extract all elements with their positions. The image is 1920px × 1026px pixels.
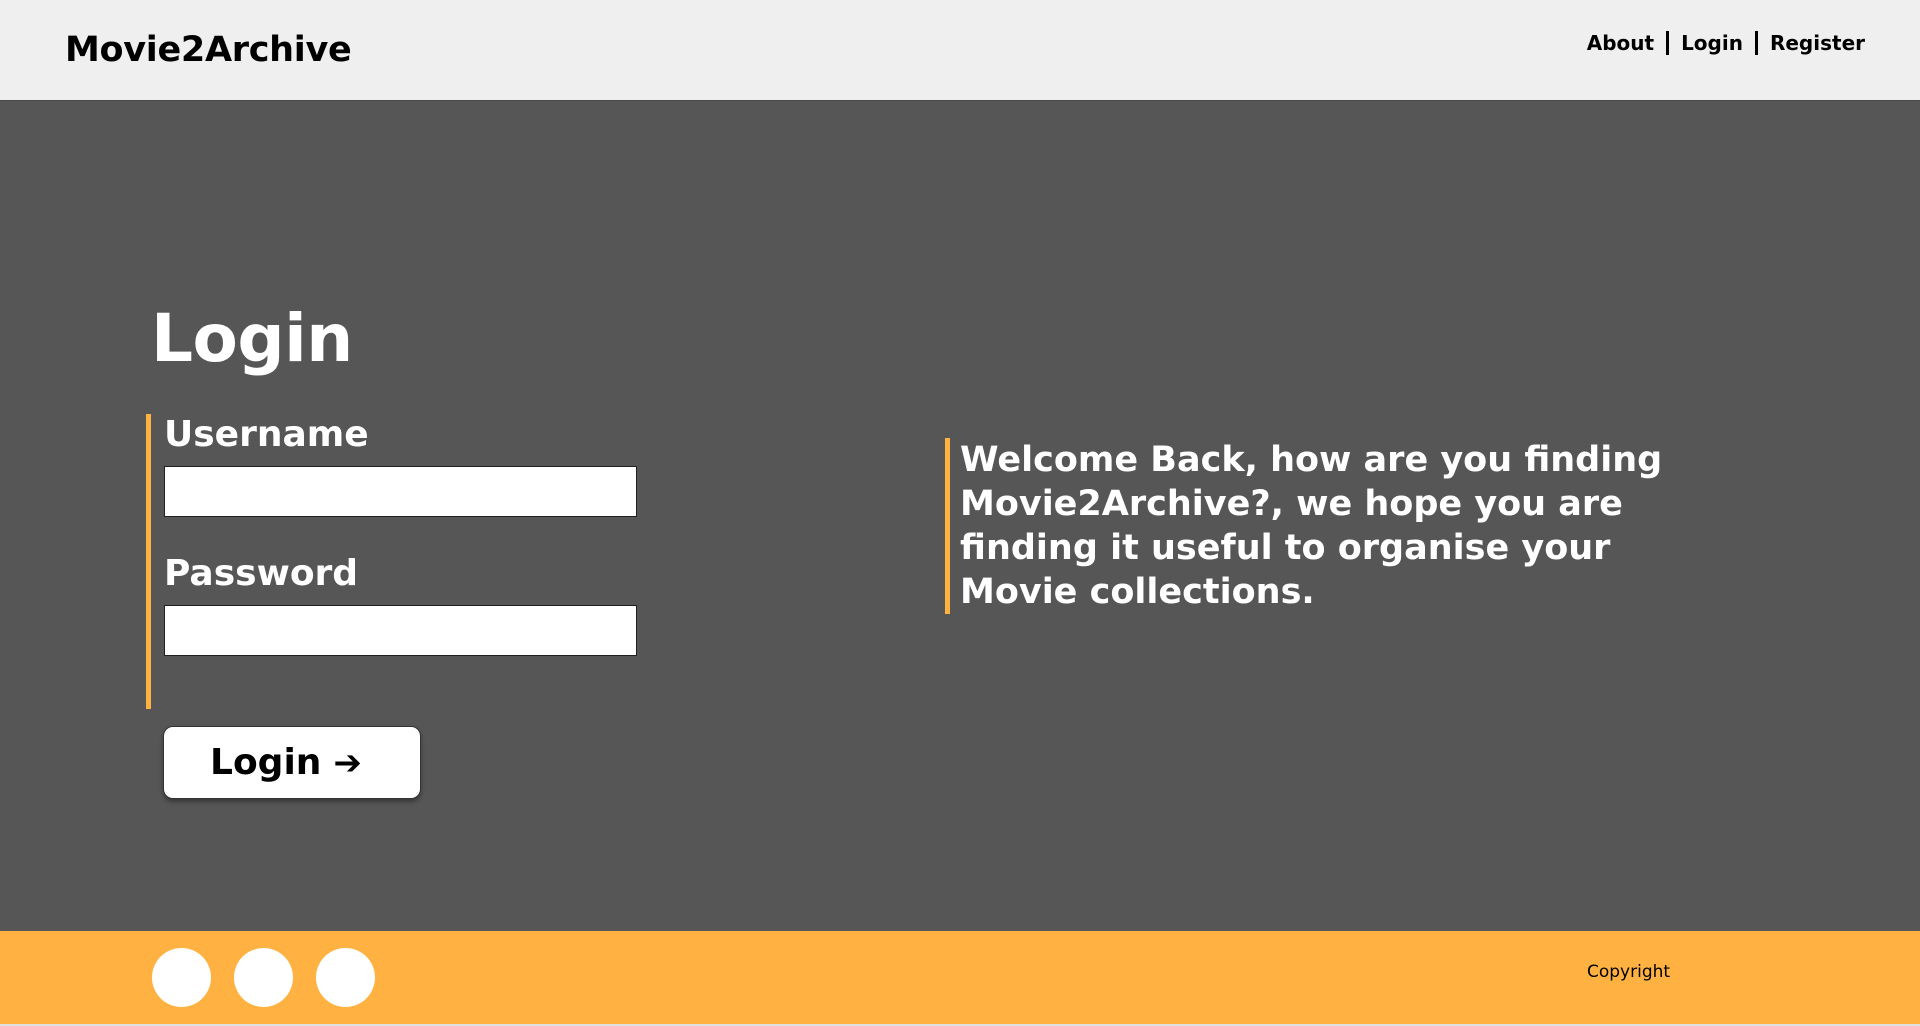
social-icon-3[interactable]: [316, 948, 375, 1007]
arrow-right-icon: ➔: [333, 742, 362, 783]
page-title: Login: [151, 300, 353, 377]
username-label: Username: [164, 414, 369, 455]
top-nav: About Login Register: [1587, 31, 1865, 55]
login-button-label: Login: [210, 742, 322, 783]
copyright-text: Copyright: [1587, 962, 1671, 982]
site-footer: Copyright: [0, 931, 1920, 1026]
brand-logo[interactable]: Movie2Archive: [65, 30, 352, 70]
social-icon-1[interactable]: [152, 948, 211, 1007]
password-field-group: Password: [164, 556, 646, 656]
welcome-message: Welcome Back, how are you finding Movie2…: [945, 438, 1705, 614]
login-form: Username Password: [146, 414, 646, 709]
nav-link-about[interactable]: About: [1587, 31, 1654, 55]
username-field-group: Username: [164, 417, 646, 517]
username-input[interactable]: [164, 466, 637, 517]
nav-separator: [1666, 31, 1670, 55]
nav-link-login[interactable]: Login: [1681, 31, 1743, 55]
password-label: Password: [164, 553, 359, 594]
nav-link-register[interactable]: Register: [1770, 31, 1865, 55]
login-button[interactable]: Login ➔: [163, 726, 421, 799]
password-input[interactable]: [164, 605, 637, 656]
welcome-text: Welcome Back, how are you finding Movie2…: [960, 440, 1663, 612]
nav-separator: [1754, 31, 1758, 55]
site-header: Movie2Archive About Login Register: [0, 0, 1920, 101]
social-icon-2[interactable]: [234, 948, 293, 1007]
